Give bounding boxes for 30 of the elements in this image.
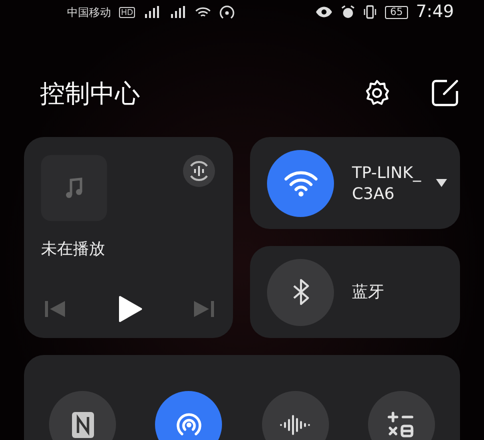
bluetooth-icon: [292, 278, 310, 306]
nfc-toggle[interactable]: [49, 391, 116, 440]
sound-wave-icon: [279, 414, 312, 436]
page-title: 控制中心: [40, 78, 141, 110]
hotspot-toggle[interactable]: [155, 391, 222, 440]
nfc-icon: [70, 410, 94, 438]
playback-status: 未在播放: [41, 239, 106, 260]
play-button[interactable]: [118, 296, 142, 322]
bluetooth-label: 蓝牙: [352, 282, 384, 302]
music-note-icon: [64, 177, 84, 199]
wifi-icon: [284, 169, 318, 197]
battery-level: 65: [385, 6, 408, 18]
wifi-icon: [195, 6, 212, 18]
media-card[interactable]: 未在播放: [24, 137, 233, 338]
sound-toggle[interactable]: [262, 391, 329, 440]
caret-icon[interactable]: [436, 179, 447, 187]
carrier-name: 中国移动: [67, 4, 111, 20]
eye-icon: [315, 6, 334, 18]
audio-output-icon[interactable]: [183, 155, 215, 187]
alarm-icon: [341, 5, 356, 19]
wifi-network-name: TP-LINK_C3A6: [352, 162, 422, 204]
clock-time: 7:49: [416, 2, 454, 22]
signal-icon: [143, 6, 162, 18]
edit-button[interactable]: [430, 78, 460, 108]
calculator-icon: [387, 410, 416, 438]
signal-icon: [169, 6, 188, 18]
hd-badge: HD: [119, 6, 136, 18]
calculator-toggle[interactable]: [368, 391, 435, 440]
vibrate-icon: [363, 5, 378, 19]
hotspot-icon: [219, 5, 236, 19]
